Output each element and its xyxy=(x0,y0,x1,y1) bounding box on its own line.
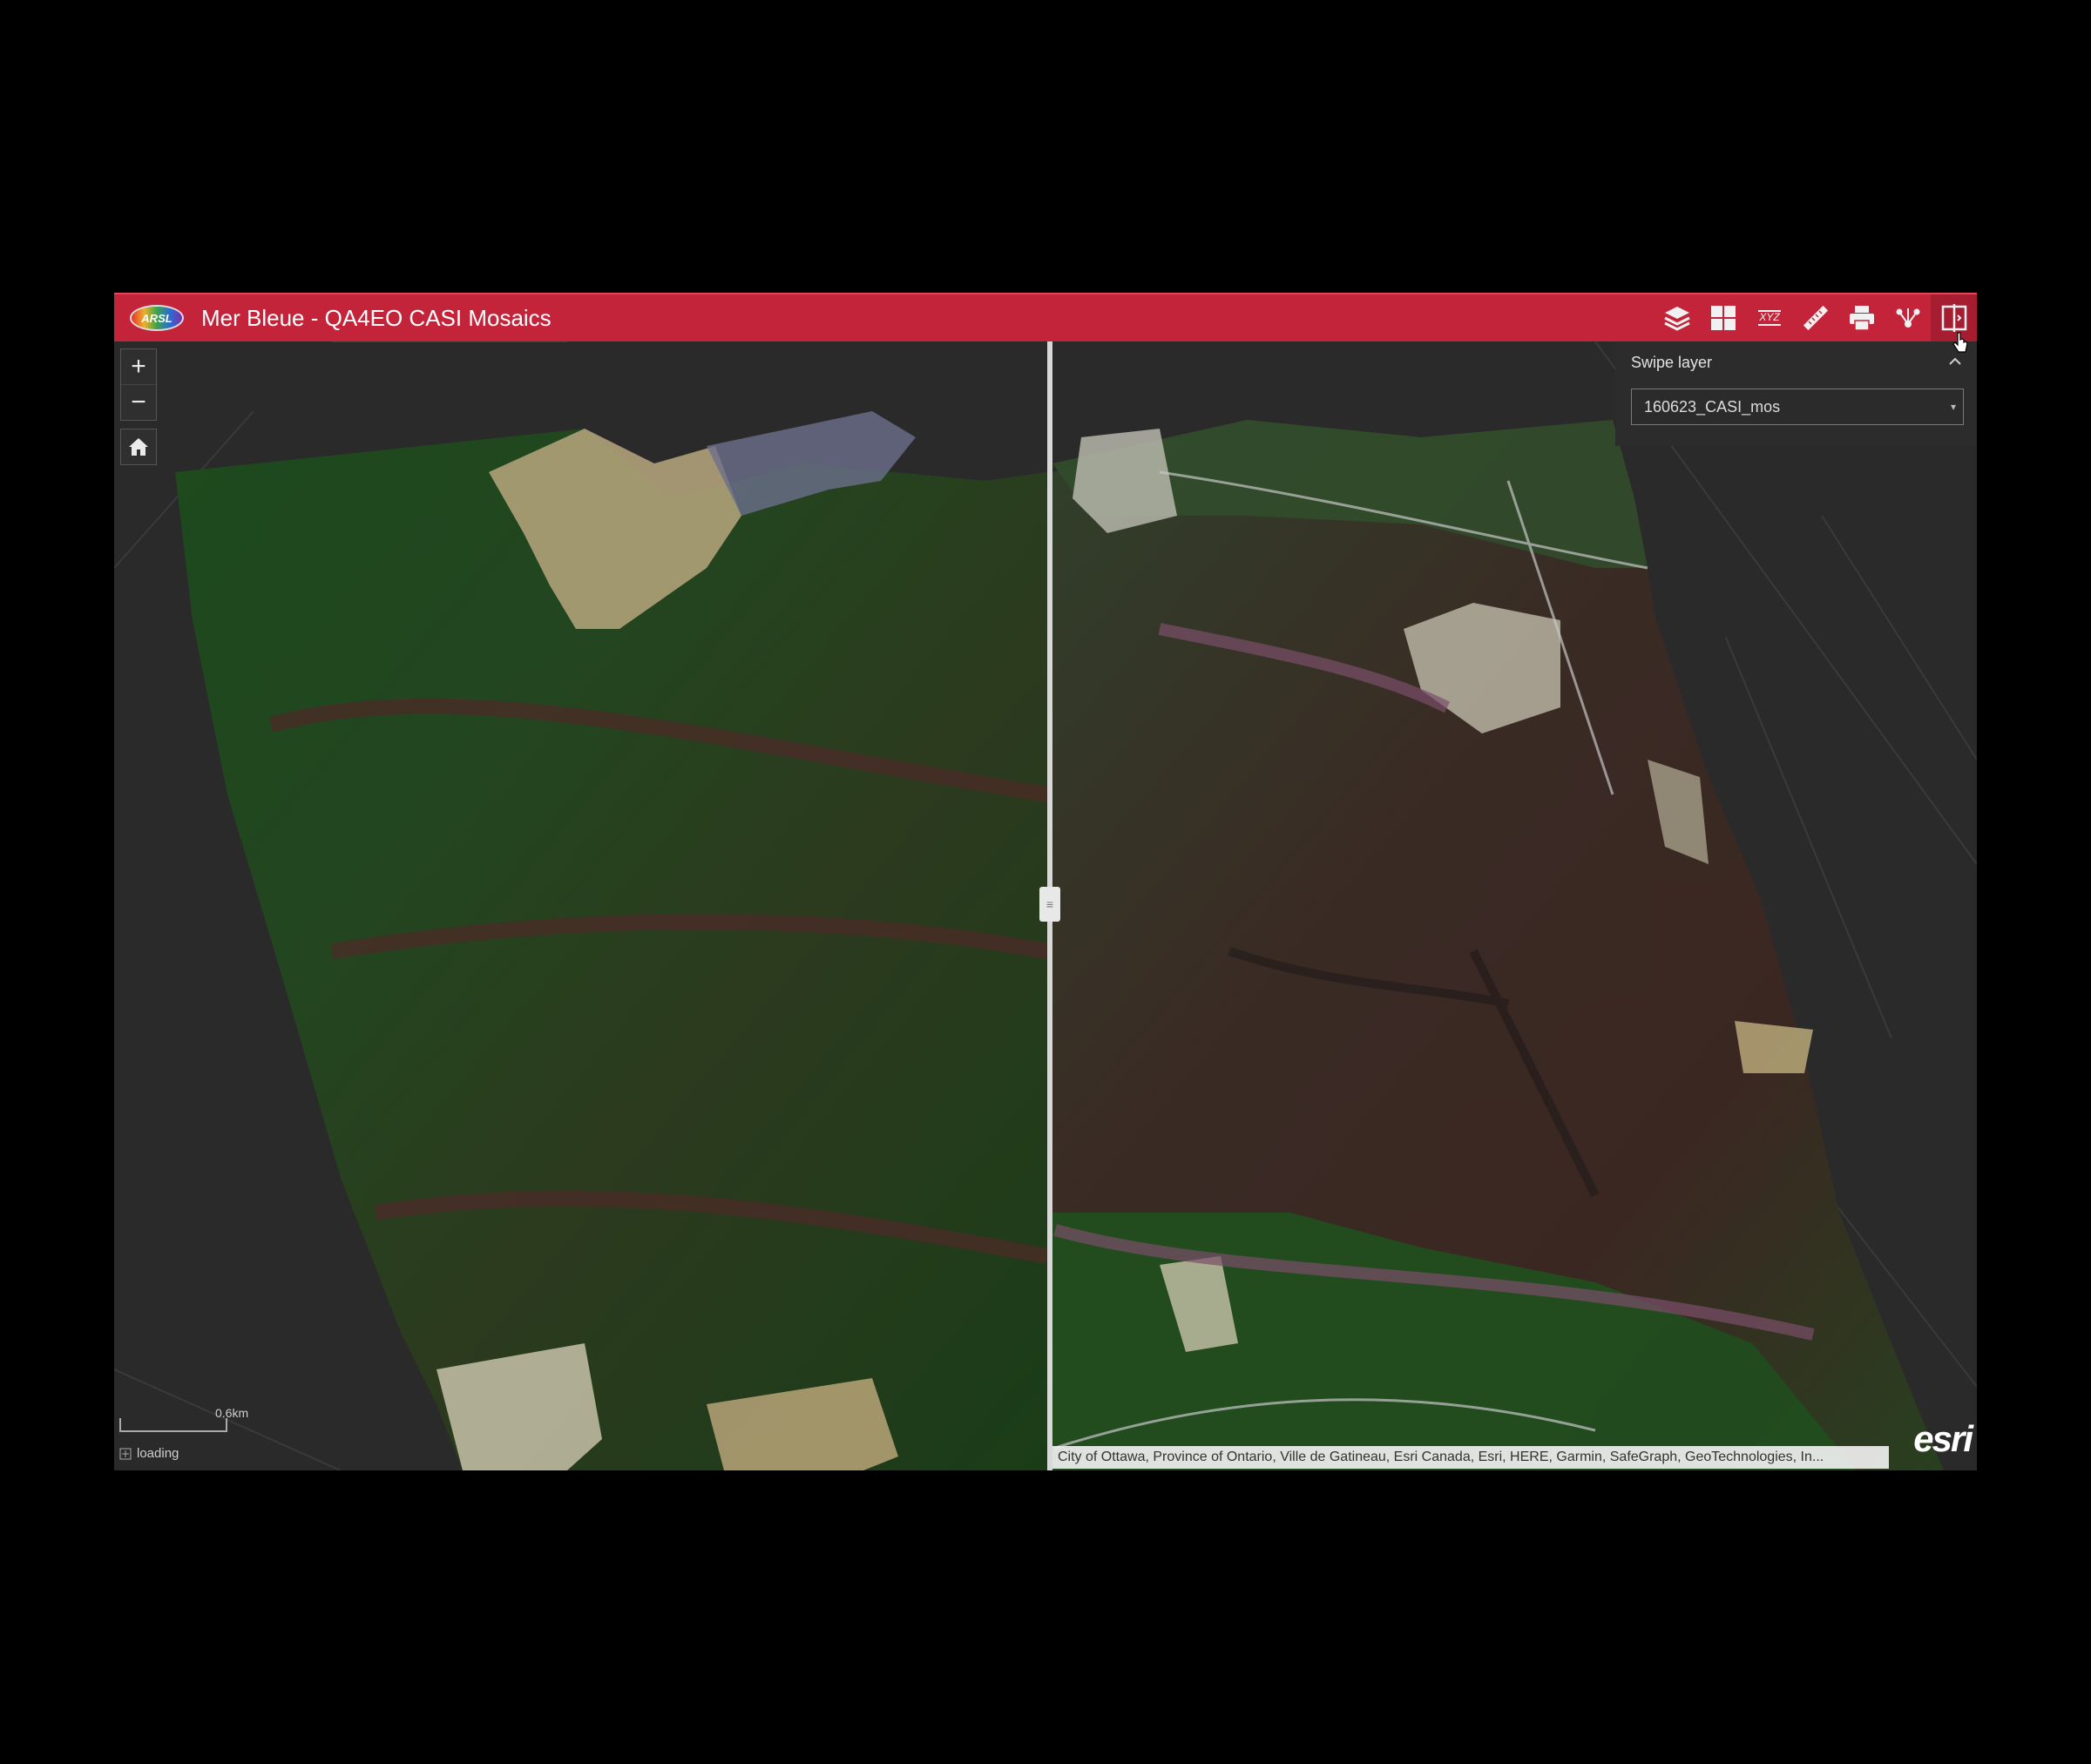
scale-label: 0.6km xyxy=(215,1406,249,1420)
map-attribution[interactable]: City of Ottawa, Province of Ontario, Vil… xyxy=(1052,1446,1889,1469)
zoom-control: + − xyxy=(120,348,157,421)
swipe-handle[interactable]: ≡ xyxy=(1039,887,1060,922)
arsl-logo: ARSL xyxy=(130,305,184,331)
coordinate-conversion-icon: XYZ xyxy=(1757,310,1781,326)
layers-icon xyxy=(1663,307,1690,331)
svg-text:XYZ: XYZ xyxy=(1758,311,1780,323)
swipe-panel-title: Swipe layer xyxy=(1631,354,1713,371)
basemap-gallery-icon xyxy=(1710,306,1736,330)
loading-status: loading xyxy=(119,1446,179,1461)
share-button[interactable] xyxy=(1885,294,1931,341)
home-icon xyxy=(129,438,148,456)
print-icon xyxy=(1849,306,1874,331)
swipe-panel: Swipe layer 160623_CASI_mos ▾ xyxy=(1615,341,1977,446)
coordinate-conversion-button[interactable]: XYZ xyxy=(1746,294,1792,341)
loading-text: loading xyxy=(137,1446,179,1461)
chevron-up-icon[interactable] xyxy=(1946,352,1965,371)
print-button[interactable] xyxy=(1838,294,1885,341)
zoom-in-button[interactable]: + xyxy=(121,349,156,385)
crosshair-icon xyxy=(119,1448,132,1459)
zoom-out-button[interactable]: − xyxy=(121,385,156,420)
basemap-gallery-button[interactable] xyxy=(1700,294,1746,341)
app-window: ARSL Mer Bleue - QA4EO CASI Mosaics XYZ xyxy=(114,293,1977,1470)
scale-bar xyxy=(119,1418,227,1432)
swipe-icon xyxy=(1941,304,1966,332)
measure-button[interactable] xyxy=(1792,294,1838,341)
mouse-cursor-icon xyxy=(1952,332,1968,353)
home-button[interactable] xyxy=(120,429,157,465)
measure-icon xyxy=(1803,305,1828,331)
toolbar: XYZ xyxy=(1654,294,1977,341)
esri-logo: esri xyxy=(1913,1418,1973,1459)
chevron-down-icon: ▾ xyxy=(1950,401,1956,413)
swipe-layer-select[interactable]: 160623_CASI_mos ▾ xyxy=(1631,389,1964,425)
app-header: ARSL Mer Bleue - QA4EO CASI Mosaics XYZ xyxy=(114,293,1977,341)
share-icon xyxy=(1896,308,1919,328)
app-title: Mer Bleue - QA4EO CASI Mosaics xyxy=(201,304,552,331)
map-view[interactable]: + − ≡ Swipe layer 160623_CASI_mos ▾ 0.6k… xyxy=(114,341,1977,1470)
layers-button[interactable] xyxy=(1654,294,1700,341)
swipe-layer-value: 160623_CASI_mos xyxy=(1644,398,1781,416)
